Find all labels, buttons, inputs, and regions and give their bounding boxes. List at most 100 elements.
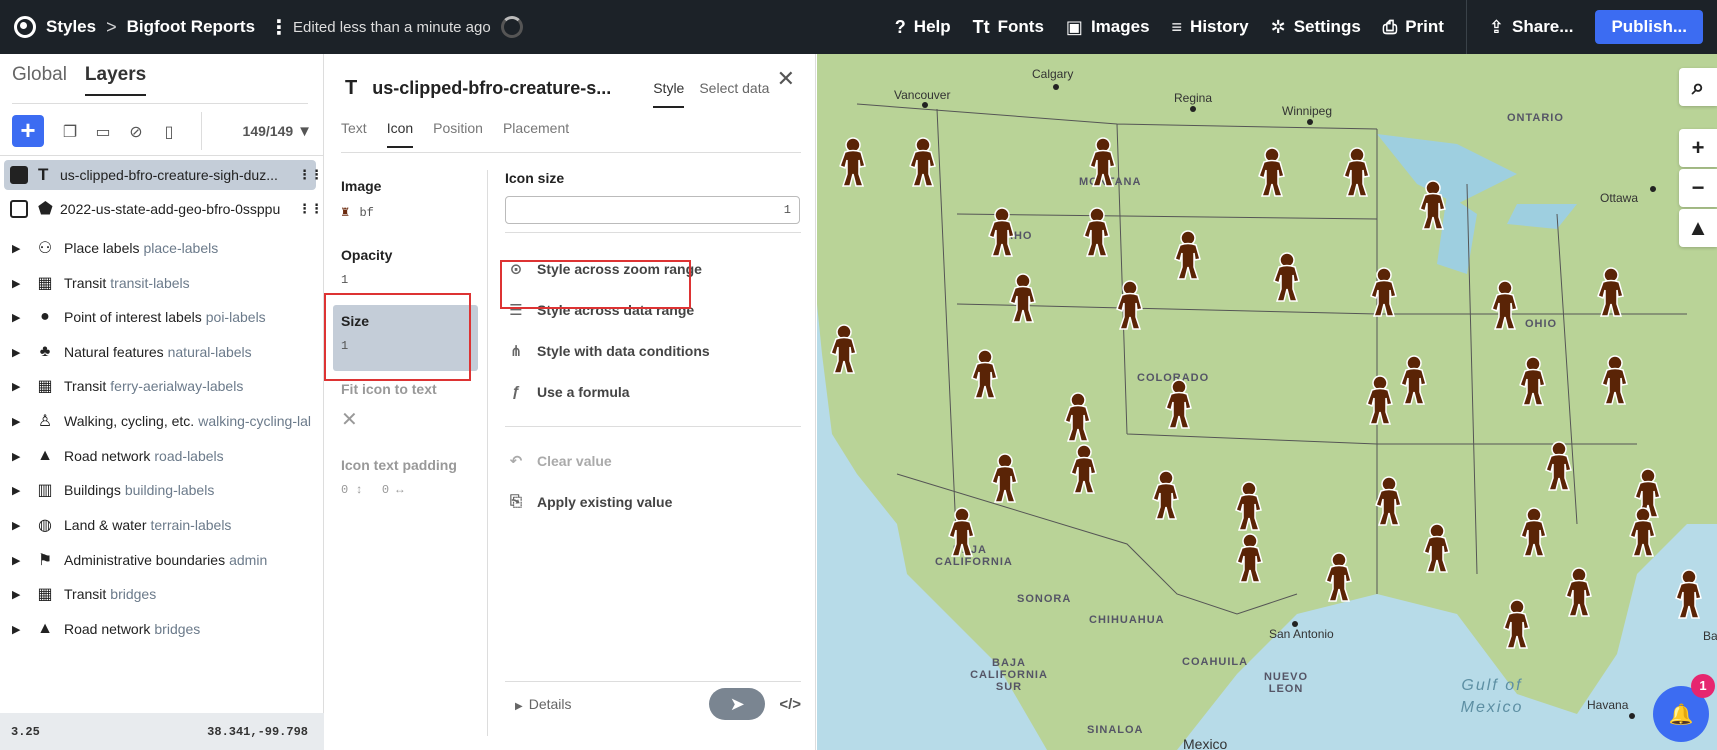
layer-group-row[interactable]: ▶ ⚑ Administrative boundaries admin [12, 545, 312, 575]
print-button[interactable]: ⎙ Print [1383, 17, 1444, 38]
layer-group-row[interactable]: ▶ ▦ Transit ferry-aerialway-labels [12, 371, 312, 401]
expand-caret-icon[interactable]: ▶ [12, 311, 28, 324]
expand-caret-icon[interactable]: ▶ [12, 380, 28, 393]
bigfoot-icon[interactable] [826, 323, 862, 375]
bigfoot-icon[interactable] [1232, 532, 1268, 584]
visibility-checkbox[interactable] [10, 200, 28, 218]
layer-group-row[interactable]: ▶ ▦ Transit transit-labels [12, 268, 312, 298]
layer-group-row[interactable]: ▶ ⚇ Place labels place-labels [12, 233, 312, 263]
bigfoot-icon[interactable] [835, 136, 871, 188]
duplicate-icon[interactable]: ❐ [60, 122, 80, 141]
trash-icon[interactable]: ▯ [159, 122, 179, 141]
bigfoot-icon[interactable] [1005, 272, 1041, 324]
layer-row[interactable]: ⬟ 2022-us-state-add-geo-bfro-0ssppu ⋮⋮ [4, 194, 323, 224]
drag-handle-icon[interactable]: ⋮⋮ [298, 202, 323, 215]
apply-existing-value-button[interactable]: ⎘ Apply existing value [505, 493, 672, 510]
expand-caret-icon[interactable]: ▶ [12, 277, 28, 290]
bigfoot-icon[interactable] [1362, 374, 1398, 426]
bigfoot-icon[interactable] [1079, 206, 1115, 258]
select-mode-button[interactable]: ➤ [709, 688, 766, 720]
bigfoot-icon[interactable] [1396, 354, 1432, 406]
expand-caret-icon[interactable]: ▶ [12, 588, 28, 601]
property-opacity[interactable]: Opacity 1 [333, 239, 478, 295]
bigfoot-icon[interactable] [1148, 469, 1184, 521]
bigfoot-icon[interactable] [1366, 266, 1402, 318]
kebab-menu-icon[interactable]: ⋮ [269, 15, 289, 40]
bigfoot-icon[interactable] [987, 452, 1023, 504]
subtab-position[interactable]: Position [433, 120, 483, 148]
filter-icon[interactable]: ▼ [297, 123, 312, 140]
expand-caret-icon[interactable]: ▶ [12, 242, 28, 255]
bigfoot-icon[interactable] [1085, 136, 1121, 188]
share-button[interactable]: ⇪ Share... [1489, 17, 1574, 38]
help-button[interactable]: ? Help [895, 17, 951, 38]
details-toggle[interactable]: ▶ Details [515, 696, 572, 712]
layer-group-row[interactable]: ▶ ◍ Land & water terrain-labels [12, 510, 312, 540]
layer-row-selected[interactable]: T us-clipped-bfro-creature-sigh-duz... ⋮… [4, 160, 323, 190]
expand-caret-icon[interactable]: ▶ [12, 484, 28, 497]
bigfoot-icon[interactable] [1593, 266, 1629, 318]
bigfoot-icon[interactable] [1487, 279, 1523, 331]
images-button[interactable]: ▣ Images [1066, 17, 1150, 38]
bigfoot-icon[interactable] [1231, 480, 1267, 532]
layer-group-row[interactable]: ▶ ♣ Natural features natural-labels [12, 337, 312, 367]
expand-caret-icon[interactable]: ▶ [12, 450, 28, 463]
tab-style[interactable]: Style [653, 80, 685, 108]
tab-select-data[interactable]: Select data [699, 80, 769, 96]
publish-button[interactable]: Publish... [1595, 10, 1703, 44]
layer-group-row[interactable]: ▶ ♙ Walking, cycling, etc. walking-cycling-… [12, 406, 312, 436]
expand-caret-icon[interactable]: ▶ [12, 623, 28, 636]
zoom-out-button[interactable]: − [1679, 169, 1717, 207]
fonts-button[interactable]: Tt Fonts [973, 17, 1044, 38]
tab-global[interactable]: Global [12, 64, 67, 96]
code-icon[interactable]: </> [779, 696, 801, 713]
expand-caret-icon[interactable]: ▶ [12, 554, 28, 567]
bigfoot-icon[interactable] [1541, 440, 1577, 492]
bigfoot-icon[interactable] [1371, 475, 1407, 527]
style-data-conditions-button[interactable]: ⋔ Style with data conditions [505, 342, 710, 360]
bigfoot-icon[interactable] [1561, 566, 1597, 618]
bigfoot-icon[interactable] [1625, 506, 1661, 558]
zoom-in-button[interactable]: + [1679, 129, 1717, 167]
layer-group-row[interactable]: ▶ ▲ Road network bridges [12, 614, 312, 644]
bigfoot-icon[interactable] [1321, 551, 1357, 603]
layer-group-row[interactable]: ▶ ▲ Road network road-labels [12, 441, 312, 471]
bigfoot-icon[interactable] [1671, 568, 1707, 620]
settings-button[interactable]: ✲ Settings [1271, 17, 1361, 38]
bigfoot-icon[interactable] [1415, 179, 1451, 231]
bigfoot-icon[interactable] [1515, 355, 1551, 407]
bigfoot-icon[interactable] [1161, 378, 1197, 430]
subtab-text[interactable]: Text [341, 120, 367, 148]
icon-size-input[interactable]: 1 [505, 196, 800, 224]
expand-caret-icon[interactable]: ▶ [12, 519, 28, 532]
bigfoot-icon[interactable] [1339, 146, 1375, 198]
bigfoot-icon[interactable] [1170, 229, 1206, 281]
breadcrumb-styles[interactable]: Styles [46, 17, 96, 37]
bigfoot-icon[interactable] [1254, 146, 1290, 198]
bigfoot-icon[interactable] [1066, 443, 1102, 495]
expand-caret-icon[interactable]: ▶ [12, 346, 28, 359]
map-search-button[interactable]: ⌕ [1679, 68, 1717, 106]
layer-group-row[interactable]: ▶ ▦ Transit bridges [12, 579, 312, 609]
bigfoot-icon[interactable] [1060, 391, 1096, 443]
bigfoot-icon[interactable] [1419, 522, 1455, 574]
project-title[interactable]: Bigfoot Reports [127, 17, 255, 37]
clear-value-button[interactable]: ↶ Clear value [505, 452, 612, 470]
drag-handle-icon[interactable]: ⋮⋮ [298, 168, 323, 181]
expand-caret-icon[interactable]: ▶ [12, 415, 28, 428]
layer-group-row[interactable]: ▶ ● Point of interest labels poi-labels [12, 302, 312, 332]
bigfoot-icon[interactable] [967, 348, 1003, 400]
close-icon[interactable]: ✕ [777, 66, 795, 92]
use-formula-button[interactable]: ƒ Use a formula [505, 383, 630, 400]
tab-layers[interactable]: Layers [84, 64, 147, 96]
bigfoot-icon[interactable] [944, 506, 980, 558]
bigfoot-icon[interactable] [1597, 354, 1633, 406]
subtab-icon[interactable]: Icon [386, 120, 414, 148]
bigfoot-icon[interactable] [1112, 279, 1148, 331]
bigfoot-icon[interactable] [1499, 598, 1535, 650]
bigfoot-icon[interactable] [905, 136, 941, 188]
layer-group-row[interactable]: ▶ ▥ Buildings building-labels [12, 475, 312, 505]
subtab-placement[interactable]: Placement [503, 120, 569, 148]
property-fit-icon[interactable]: Fit icon to text ✕ [333, 373, 478, 439]
compass-button[interactable]: ▲ [1679, 209, 1717, 247]
